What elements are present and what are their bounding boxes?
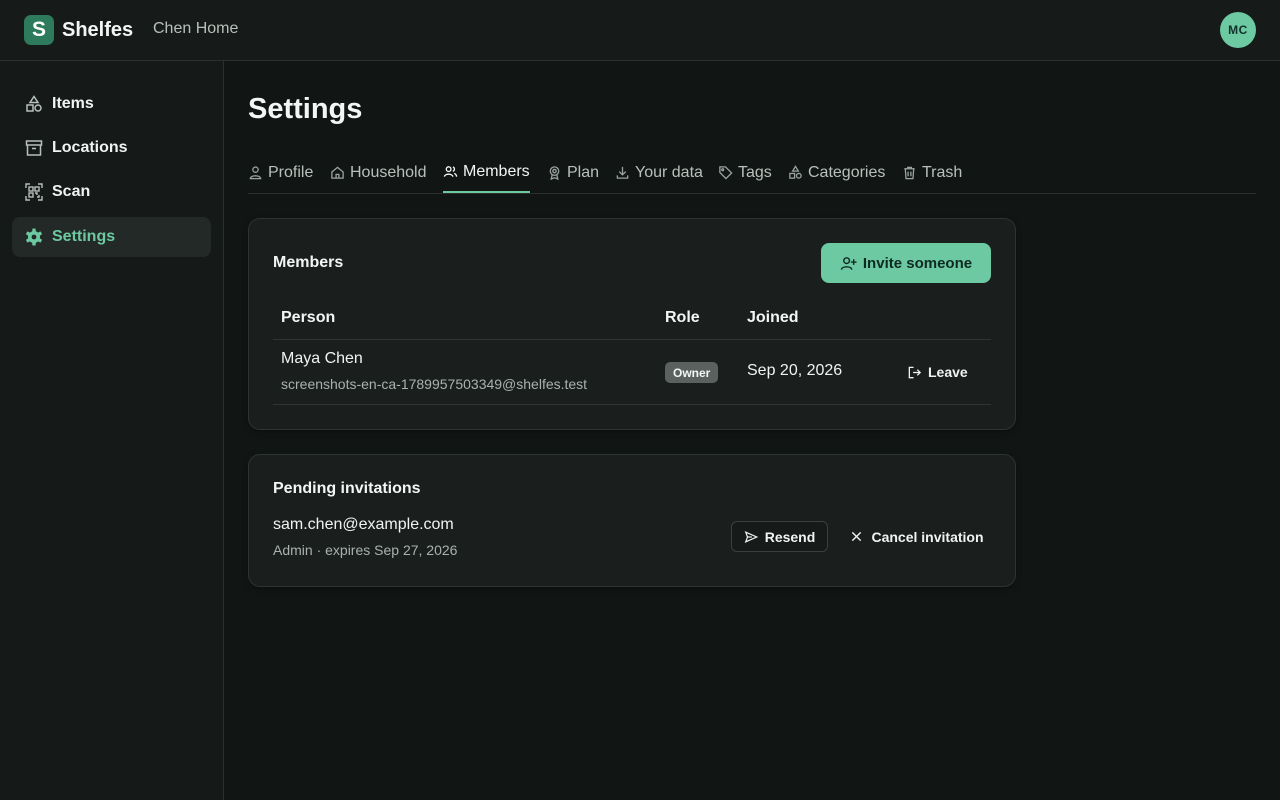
member-name: Maya Chen [281, 350, 363, 367]
qr-scan-icon [24, 182, 44, 202]
logout-icon [907, 365, 922, 380]
sidebar-item-label: Scan [52, 183, 91, 200]
header-divider [273, 339, 991, 340]
top-bar: S Shelfes Chen Home MC [0, 0, 1280, 61]
user-avatar[interactable]: MC [1220, 12, 1256, 48]
tab-label: Categories [808, 163, 886, 181]
row-divider [273, 404, 991, 405]
sidebar-item-scan[interactable]: Scan [12, 172, 211, 212]
tab-label: Household [350, 163, 427, 181]
pending-title: Pending invitations [273, 480, 421, 497]
download-icon [615, 165, 630, 180]
tab-profile[interactable]: Profile [248, 152, 313, 193]
member-joined-date: Sep 20, 2026 [747, 362, 843, 379]
pending-invitations-card: Pending invitations sam.chen@example.com… [248, 454, 1016, 587]
shapes-icon [24, 94, 44, 114]
tab-household[interactable]: Household [330, 152, 427, 193]
home-icon [330, 165, 345, 180]
tab-label: Your data [635, 163, 703, 181]
invite-someone-button[interactable]: Invite someone [821, 243, 991, 283]
tab-tags[interactable]: Tags [718, 152, 772, 193]
member-email: screenshots-en-ca-1789957503349@shelfes.… [281, 376, 588, 392]
gear-icon [24, 227, 44, 247]
tab-trash[interactable]: Trash [902, 152, 962, 193]
cancel-invitation-button[interactable]: Cancel invitation [847, 521, 987, 552]
sidebar-item-locations[interactable]: Locations [12, 128, 211, 168]
sidebar-item-settings[interactable]: Settings [12, 217, 211, 257]
sidebar-item-label: Locations [52, 139, 128, 156]
app-logo[interactable]: S [24, 15, 54, 45]
role-badge: Owner [665, 362, 719, 383]
user-icon [248, 165, 263, 180]
members-title: Members [273, 254, 344, 271]
tab-label: Profile [268, 163, 314, 181]
send-icon [744, 530, 758, 544]
sidebar-item-label: Items [52, 95, 94, 112]
leave-button[interactable]: Leave [907, 360, 968, 384]
user-plus-icon [840, 255, 857, 272]
tab-label: Plan [567, 163, 600, 181]
tab-plan[interactable]: Plan [547, 152, 599, 193]
invitation-meta: Admin · expires Sep 27, 2026 [273, 542, 458, 558]
tab-label: Tags [738, 163, 772, 181]
page-title: Settings [248, 93, 363, 125]
invite-label: Invite someone [862, 254, 973, 272]
close-icon [850, 530, 863, 543]
settings-tabs: Profile Household Members Plan Your data… [248, 152, 1256, 194]
tab-your-data[interactable]: Your data [615, 152, 703, 193]
tab-label: Members [463, 162, 530, 180]
app-name[interactable]: Shelfes [62, 18, 133, 42]
cancel-invitation-label: Cancel invitation [871, 528, 984, 545]
sidebar-item-label: Settings [52, 228, 116, 245]
tab-members[interactable]: Members [443, 152, 530, 193]
sidebar: Items Locations Scan Settings [0, 61, 224, 800]
tag-icon [718, 165, 733, 180]
sidebar-item-items[interactable]: Items [12, 84, 211, 124]
members-card: Members Invite someone Person Role Joine… [248, 218, 1016, 430]
award-icon [547, 165, 562, 180]
column-header-role: Role [665, 309, 700, 326]
trash-icon [902, 165, 917, 180]
column-header-joined: Joined [747, 309, 799, 326]
leave-label: Leave [928, 364, 968, 380]
archive-box-icon [24, 138, 44, 158]
users-icon [443, 164, 458, 179]
tab-categories[interactable]: Categories [788, 152, 885, 193]
tab-label: Trash [922, 163, 963, 181]
shapes-icon [788, 165, 803, 180]
invitation-email: sam.chen@example.com [273, 516, 454, 533]
column-header-person: Person [281, 309, 336, 326]
resend-label: Resend [764, 528, 816, 545]
resend-button[interactable]: Resend [731, 521, 828, 552]
household-name: Chen Home [153, 20, 239, 37]
